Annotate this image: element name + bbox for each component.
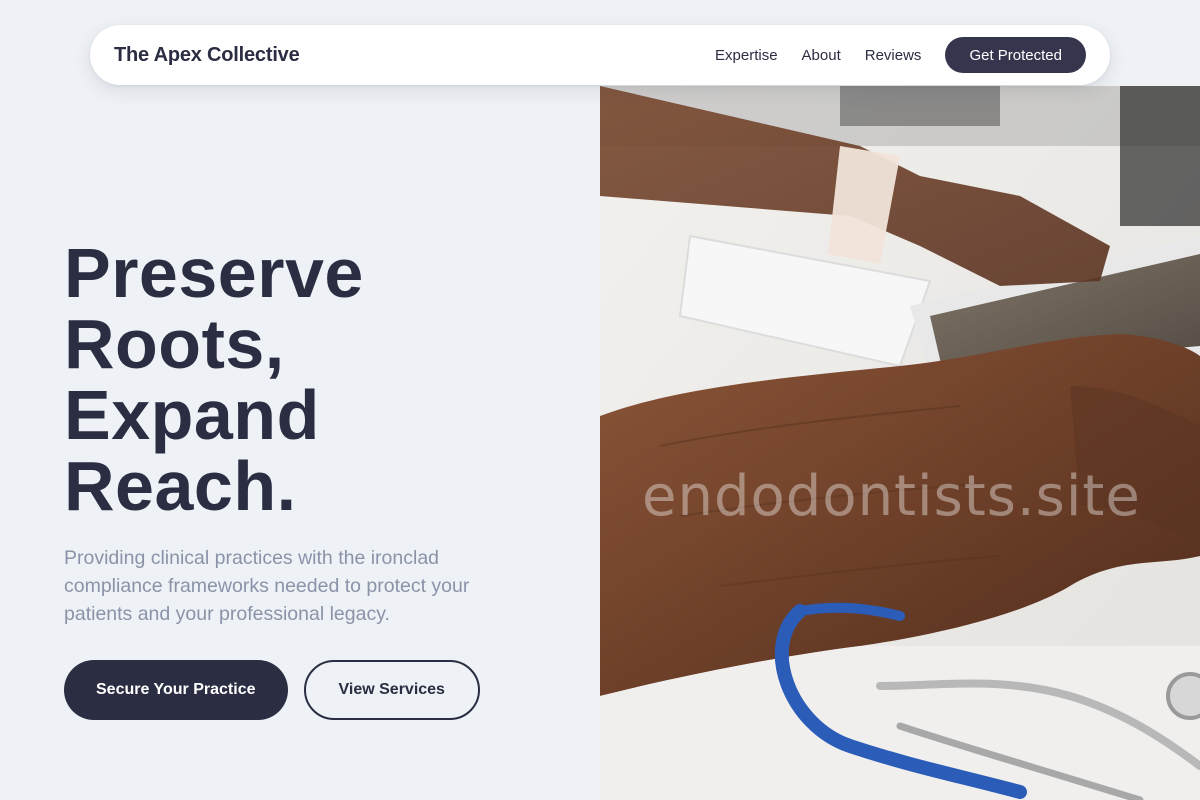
nav-link-about[interactable]: About	[802, 47, 841, 64]
image-watermark: endodontists.site	[642, 464, 1141, 529]
hero-headline: Preserve Roots, Expand Reach.	[64, 238, 564, 522]
nav-links: Expertise About Reviews Get Protected	[715, 37, 1086, 73]
headline-line-2: Roots,	[64, 305, 285, 383]
get-protected-button[interactable]: Get Protected	[945, 37, 1086, 73]
nav-link-expertise[interactable]: Expertise	[715, 47, 778, 64]
hero-cta-row: Secure Your Practice View Services	[64, 660, 564, 720]
hero-subtext: Providing clinical practices with the ir…	[64, 547, 470, 625]
headline-line-3: Expand	[64, 376, 320, 454]
secure-your-practice-button[interactable]: Secure Your Practice	[64, 660, 288, 720]
hero-photo	[600, 86, 1200, 800]
hero-image: endodontists.site	[600, 86, 1200, 800]
brand-logo[interactable]: The Apex Collective	[114, 44, 300, 67]
headline-line-1: Preserve	[64, 234, 364, 312]
view-services-button[interactable]: View Services	[303, 660, 480, 720]
hero-section: Preserve Roots, Expand Reach. Providing …	[64, 238, 564, 720]
headline-line-4: Reach.	[64, 447, 297, 525]
top-navbar: The Apex Collective Expertise About Revi…	[90, 25, 1110, 85]
nav-link-reviews[interactable]: Reviews	[865, 47, 922, 64]
